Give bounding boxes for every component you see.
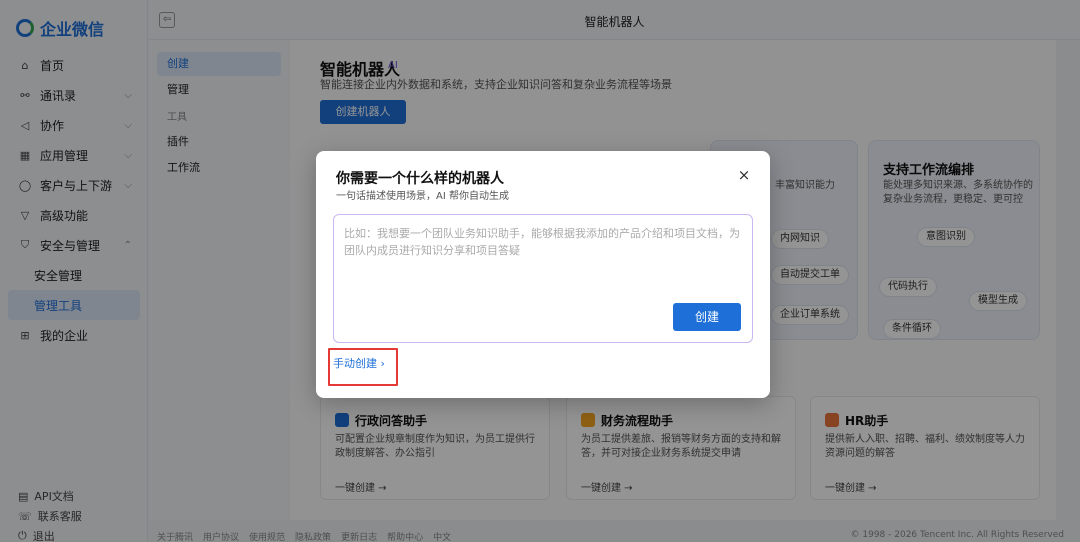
prompt-box: 创建 <box>333 214 753 343</box>
dialog-title: 你需要一个什么样的机器人 <box>336 171 504 187</box>
dialog-subtitle: 一句话描述使用场景，AI 帮你自动生成 <box>336 191 509 202</box>
close-icon[interactable]: × <box>736 167 752 183</box>
prompt-input[interactable] <box>344 225 744 295</box>
highlight-annotation <box>328 348 398 386</box>
create-bot-dialog: 你需要一个什么样的机器人 一句话描述使用场景，AI 帮你自动生成 × 创建 手动… <box>316 151 770 398</box>
create-button[interactable]: 创建 <box>673 303 741 331</box>
